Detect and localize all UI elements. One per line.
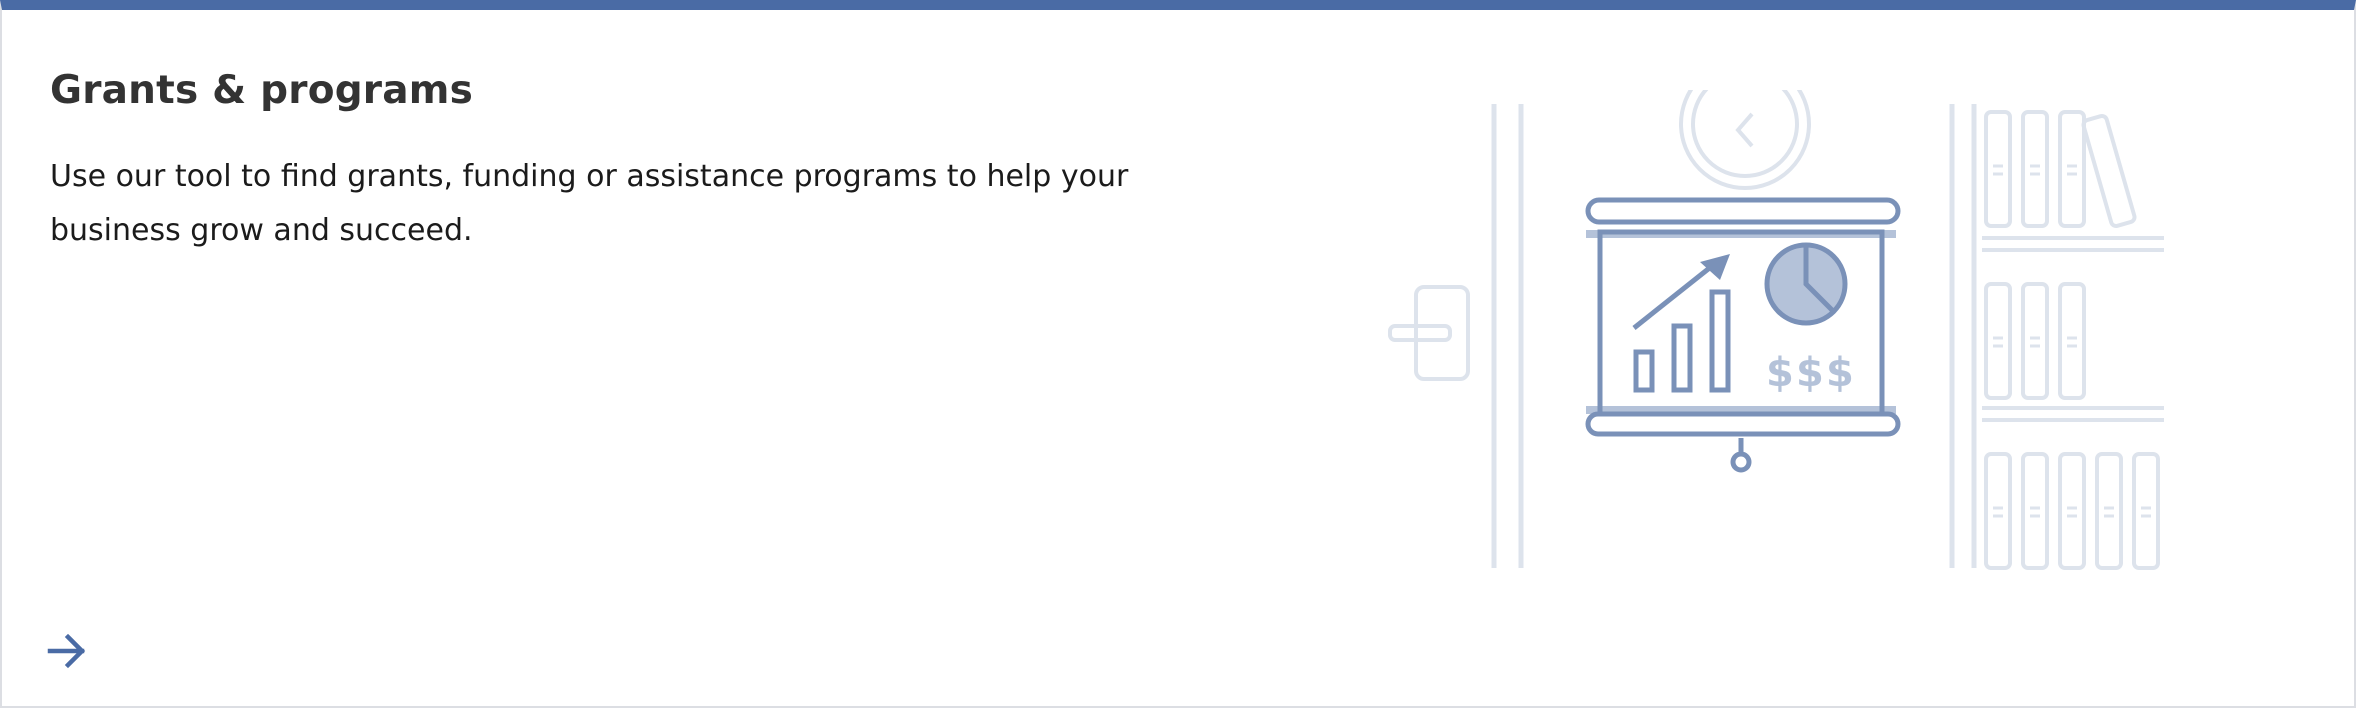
clock-icon xyxy=(1679,90,1811,190)
bookshelf-icon xyxy=(1982,110,2164,570)
svg-text:$: $ xyxy=(1796,350,1824,396)
svg-text:$: $ xyxy=(1766,350,1794,396)
grants-programs-card[interactable]: Grants & programs Use our tool to find g… xyxy=(0,0,2356,708)
dollar-signs-icon: $ $ $ xyxy=(1766,350,1854,396)
svg-text:$: $ xyxy=(1826,350,1854,396)
presentation-board-illustration: $ $ $ xyxy=(1388,90,2164,570)
card-title: Grants & programs xyxy=(50,68,474,113)
door-handle-icon xyxy=(1388,285,1470,381)
card-description: Use our tool to find grants, funding or … xyxy=(50,159,1129,248)
pie-chart-icon xyxy=(1764,242,1848,326)
presentation-board-icon xyxy=(1585,197,1901,498)
arrow-right-icon[interactable] xyxy=(46,630,88,672)
